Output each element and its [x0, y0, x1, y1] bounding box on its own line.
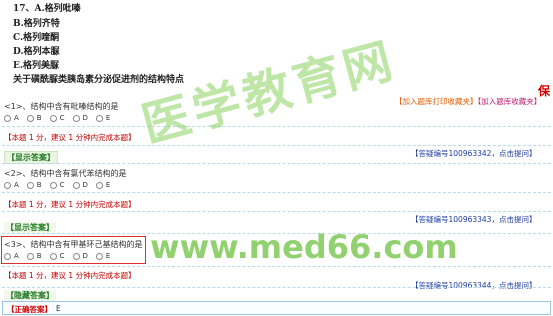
radio-icon — [95, 252, 103, 260]
question-1-note: 【本题 1 分，建议 1 分钟内完成本题】 — [4, 133, 136, 142]
question-2-note: 【本题 1 分，建议 1 分钟内完成本题】 — [4, 200, 136, 209]
choice-d-radio[interactable]: D — [72, 114, 88, 122]
question-2-choices: A B C D E — [4, 181, 118, 189]
radio-icon — [26, 252, 34, 260]
correct-answer-box: 【正确答案】 E — [2, 301, 551, 315]
correct-answer-label: 【正确答案】 — [7, 305, 52, 314]
choice-c-radio[interactable]: C — [49, 181, 65, 189]
question-2-stem: <2>、结构中含有氯代苯结构的是 — [4, 169, 127, 178]
option-e: E.格列美脲 — [13, 61, 59, 71]
qa-link-3[interactable]: 【答疑编号100963344，点击提问】 — [411, 280, 536, 291]
choice-e-radio[interactable]: E — [95, 181, 110, 189]
choice-b-radio[interactable]: B — [26, 114, 42, 122]
radio-icon — [49, 252, 57, 260]
radio-icon — [26, 114, 34, 122]
watermark-text: 医学教育网 — [136, 32, 402, 154]
add-print-fav-link[interactable]: 【加入题库打印收藏夹】 — [395, 97, 478, 106]
option-b: B.格列齐特 — [13, 19, 60, 29]
radio-icon — [95, 114, 103, 122]
choice-e-radio[interactable]: E — [95, 252, 110, 260]
radio-icon — [72, 114, 80, 122]
choice-b-radio[interactable]: B — [26, 181, 42, 189]
choice-e-radio[interactable]: E — [95, 114, 110, 122]
question-3-note: 【本题 1 分，建议 1 分钟内完成本题】 — [4, 271, 136, 280]
question-1-stem: <1>、结构中含有吡嗪结构的是 — [4, 102, 119, 111]
choice-c-radio[interactable]: C — [49, 252, 65, 260]
question-3-stem: <3>、结构中含有甲基环己基结构的是 — [4, 240, 143, 249]
radio-icon — [4, 181, 11, 189]
radio-icon — [95, 181, 103, 189]
radio-icon — [4, 252, 11, 260]
radio-icon — [49, 114, 57, 122]
qa-link-2[interactable]: 【答疑编号100963343，点击提问】 — [411, 214, 536, 225]
option-d: D.格列本脲 — [13, 47, 60, 57]
question-3-choices: A B C D E — [4, 252, 118, 260]
choice-a-radio[interactable]: A — [4, 252, 19, 260]
option-c: C.格列喹酮 — [13, 33, 60, 43]
choice-d-radio[interactable]: D — [72, 181, 88, 189]
choice-a-radio[interactable]: A — [4, 114, 19, 122]
radio-icon — [49, 181, 57, 189]
option-a: 17、A.格列吡嗪 — [13, 4, 81, 14]
radio-icon — [72, 252, 80, 260]
hide-answer-button[interactable]: 【隐藏答案】 — [4, 290, 56, 301]
radio-icon — [26, 181, 34, 189]
question-1-choices: A B C D E — [4, 114, 118, 122]
radio-icon — [72, 181, 80, 189]
show-answer-button-2[interactable]: 【显示答案】 — [4, 222, 56, 233]
choice-a-radio[interactable]: A — [4, 181, 19, 189]
choice-d-radio[interactable]: D — [72, 252, 88, 260]
correct-answer-value: E — [56, 304, 61, 313]
qa-link-1[interactable]: 【答疑编号100963342，点击提问】 — [411, 148, 536, 159]
choice-c-radio[interactable]: C — [49, 114, 65, 122]
add-fav-link[interactable]: 【加入题库收藏夹】 — [478, 97, 542, 106]
choice-b-radio[interactable]: B — [26, 252, 42, 260]
radio-icon — [4, 114, 11, 122]
watermark-url: www.med66.com — [150, 228, 458, 266]
